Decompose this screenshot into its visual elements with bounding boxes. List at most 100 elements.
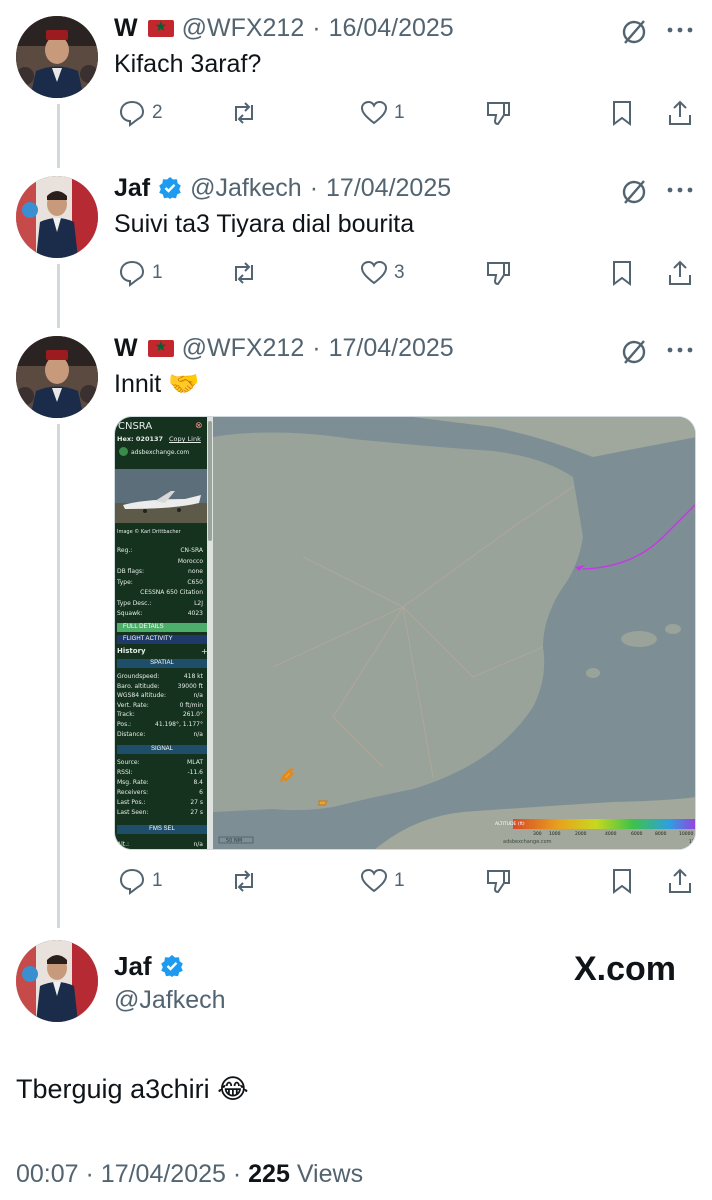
flight-map: 50 NM ALTITUDE (ft) 300 1000 2000 4000 6… (213, 417, 696, 849)
author-handle[interactable]: @WFX212 (182, 14, 305, 43)
bookmark-button[interactable] (608, 256, 636, 290)
repost-button[interactable] (230, 864, 264, 898)
repost-button[interactable] (230, 96, 264, 130)
altitude-legend-tick: 10000 (679, 831, 693, 837)
heart-icon (360, 260, 388, 285)
avatar[interactable] (16, 16, 98, 98)
more-icon[interactable] (664, 176, 696, 204)
altitude-legend-tick: 6000 (631, 831, 643, 837)
tweet-text: Innit 🤝 (114, 370, 200, 398)
altitude-legend-label: ALTITUDE (ft) (495, 821, 525, 827)
site-link[interactable]: adsbexchange.com (131, 449, 189, 456)
like-button[interactable]: 1 (360, 96, 405, 130)
views-label: Views (296, 1160, 364, 1188)
like-button[interactable]: 3 (360, 256, 405, 290)
aircraft-field-value: CESSNA 650 Citation (140, 589, 203, 596)
author-handle[interactable]: @WFX212 (182, 334, 305, 363)
aircraft-field-value: C650 (187, 578, 203, 586)
alt-label: Alt.: (117, 841, 130, 848)
tweet-date[interactable]: 17/04/2025 (326, 174, 451, 203)
author-name[interactable]: Jaf (114, 174, 150, 203)
signal-field-value: 8.4 (193, 779, 203, 786)
spatial-field-value: 261.0° (182, 711, 203, 719)
fms-sel-header: FMS SEL (117, 825, 207, 834)
separator-dot: · (309, 173, 319, 202)
aircraft-info-panel: CNSRA ⊗ Hex: 020137 Copy Link adsbexchan… (115, 417, 213, 849)
reply-tweet[interactable]: Jaf @Jafkech · 17/04/2025 Suivi ta3 Tiya… (0, 160, 712, 320)
avatar[interactable] (16, 336, 98, 418)
reply-tweet[interactable]: W @WFX212 · 16/04/2025 Kifach 3araf? 2 1 (0, 0, 712, 160)
grok-icon[interactable] (620, 178, 648, 206)
avatar[interactable] (16, 176, 98, 258)
spatial-field-value: 39000 ft (177, 682, 203, 690)
like-count: 1 (394, 870, 405, 891)
copy-link[interactable]: Copy Link (169, 435, 201, 443)
reply-button[interactable]: 1 (118, 256, 163, 290)
flight-activity-button[interactable]: FLIGHT ACTIVITY (117, 635, 207, 644)
map-scale: 50 NM (226, 838, 242, 844)
callsign: CNSRA (118, 421, 153, 432)
dislike-button[interactable] (484, 256, 512, 290)
alt-value: n/a (193, 841, 203, 848)
media-image[interactable]: 50 NM ALTITUDE (ft) 300 1000 2000 4000 6… (114, 416, 696, 850)
bookmark-button[interactable] (608, 864, 636, 898)
tweet-header: Jaf (114, 948, 184, 984)
tweet-text: Suivi ta3 Tiyara dial bourita (114, 210, 415, 238)
downvote-icon (487, 262, 510, 286)
views-count[interactable]: 225 (248, 1160, 290, 1188)
spatial-field-label: Groundspeed: (117, 673, 160, 680)
repost-button[interactable] (230, 256, 264, 290)
reply-button[interactable]: 1 (118, 864, 163, 898)
aircraft-field-value: CN-SRA (180, 547, 203, 554)
morocco-flag-icon (147, 18, 174, 37)
share-button[interactable] (666, 256, 694, 290)
altitude-legend-tick: 12000 (689, 839, 696, 845)
signal-field-value: MLAT (187, 759, 203, 766)
author-handle[interactable]: @Jafkech (114, 986, 226, 1015)
panel-scrollbar[interactable] (207, 417, 213, 849)
spatial-field-label: Vert. Rate: (117, 701, 149, 709)
reply-icon (119, 868, 145, 895)
reply-button[interactable]: 2 (118, 96, 163, 130)
spatial-field-label: WGS84 altitude: (117, 692, 166, 700)
reply-count: 1 (152, 262, 163, 283)
share-button[interactable] (666, 864, 694, 898)
spatial-field-value: 0 ft/min (179, 701, 203, 709)
dislike-button[interactable] (484, 864, 512, 898)
avatar-image-icon (16, 336, 98, 418)
tweet-date[interactable]: 17/04/2025 (329, 334, 454, 363)
close-icon[interactable]: ⊗ (195, 421, 203, 431)
signal-field-label: Last Pos.: (117, 799, 146, 806)
separator-dot: · (312, 13, 321, 42)
tweet-time[interactable]: 00:07 (16, 1160, 79, 1188)
grok-icon[interactable] (620, 338, 648, 366)
altitude-legend-tick: 300 (533, 831, 542, 837)
spatial-field-label: Distance: (117, 730, 146, 738)
signal-field-value: 27 s (190, 809, 203, 816)
full-details-button[interactable]: FULL DETAILS (117, 623, 207, 632)
more-icon[interactable] (664, 16, 696, 44)
separator-dot: · (312, 333, 321, 362)
tweet-header: Jaf @Jafkech · 17/04/2025 (114, 170, 451, 206)
share-button[interactable] (666, 96, 694, 130)
aircraft-field-label: Reg.: (117, 547, 133, 554)
aircraft-photo (115, 469, 207, 523)
tweet-date[interactable]: 16/04/2025 (329, 14, 454, 43)
reply-count: 2 (152, 102, 163, 123)
bookmark-button[interactable] (608, 96, 636, 130)
tweet-date[interactable]: 17/04/2025 (101, 1160, 226, 1188)
bookmark-icon (613, 869, 631, 894)
grok-icon[interactable] (620, 18, 648, 46)
history-header[interactable]: History (117, 647, 146, 655)
author-name[interactable]: Jaf (114, 951, 152, 982)
spatial-field-label: Pos.: (117, 721, 132, 728)
author-name[interactable]: W (114, 14, 138, 43)
x-logo-text[interactable]: X.com (574, 950, 676, 989)
avatar[interactable] (16, 940, 98, 1022)
spatial-field-label: Track: (117, 711, 135, 719)
like-button[interactable]: 1 (360, 864, 405, 898)
author-name[interactable]: W (114, 334, 138, 363)
author-handle[interactable]: @Jafkech (190, 174, 302, 203)
more-icon[interactable] (664, 336, 696, 364)
dislike-button[interactable] (484, 96, 512, 130)
